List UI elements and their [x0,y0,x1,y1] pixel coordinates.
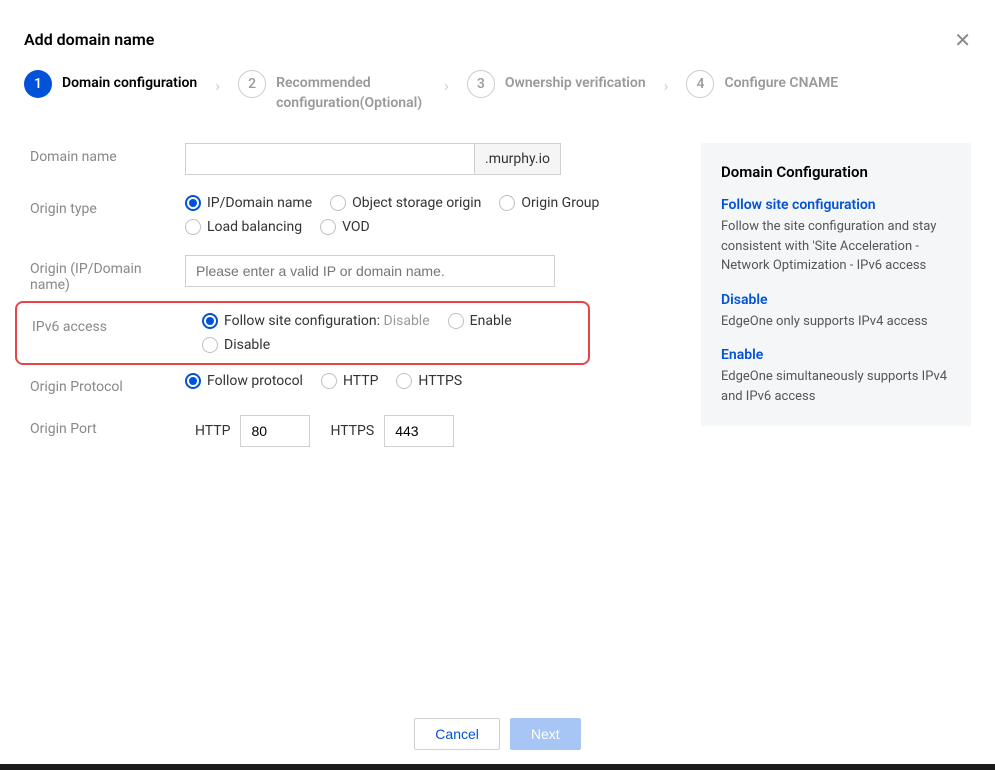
step-ownership-verification[interactable]: 3 Ownership verification [467,70,646,98]
radio-icon [321,373,337,389]
step-wizard: 1 Domain configuration › 2 Recommended c… [0,70,995,113]
domain-name-label: Domain name [30,143,185,165]
step-configure-cname[interactable]: 4 Configure CNAME [686,70,838,98]
port-https-input[interactable] [384,415,454,447]
help-block-text: EdgeOne only supports IPv4 access [721,312,951,332]
radio-object-storage[interactable]: Object storage origin [330,195,481,211]
help-block-title: Enable [721,347,951,363]
ipv6-label: IPv6 access [32,313,202,335]
radio-vod[interactable]: VOD [320,219,370,235]
origin-label: Origin (IP/Domain name) [30,255,185,293]
step-label: Recommended configuration(Optional) [276,70,426,113]
step-domain-configuration[interactable]: 1 Domain configuration [24,70,197,98]
radio-icon [185,219,201,235]
step-label: Ownership verification [505,70,646,94]
port-http-input[interactable] [240,415,310,447]
radio-icon [330,195,346,211]
step-label: Configure CNAME [724,70,838,94]
radio-icon [185,373,201,389]
radio-ipv6-enable[interactable]: Enable [448,313,512,329]
chevron-right-icon: › [444,70,449,95]
page-title: Add domain name [24,30,154,49]
port-https-label: HTTPS [330,423,374,439]
step-number-icon: 3 [467,70,495,98]
radio-https[interactable]: HTTPS [396,373,462,389]
help-block-text: EdgeOne simultaneously supports IPv4 and… [721,367,951,406]
radio-icon [396,373,412,389]
radio-follow-protocol[interactable]: Follow protocol [185,373,303,389]
help-panel: Domain Configuration Follow site configu… [701,143,971,426]
ipv6-highlight: IPv6 access Follow site configuration: D… [15,301,590,365]
chevron-right-icon: › [664,70,669,95]
cancel-button[interactable]: Cancel [414,718,500,750]
chevron-right-icon: › [215,70,220,95]
radio-ipv6-disable[interactable]: Disable [202,337,270,353]
radio-icon [185,195,201,211]
radio-http[interactable]: HTTP [321,373,378,389]
bottom-bar [0,764,995,770]
step-number-icon: 2 [238,70,266,98]
origin-input[interactable] [185,255,555,287]
domain-suffix: .murphy.io [475,143,561,175]
radio-load-balancing[interactable]: Load balancing [185,219,302,235]
domain-name-input[interactable] [185,143,475,175]
origin-protocol-label: Origin Protocol [30,373,185,395]
radio-icon [202,313,218,329]
origin-type-label: Origin type [30,195,185,217]
step-number-icon: 4 [686,70,714,98]
radio-icon [320,219,336,235]
radio-ip-domain[interactable]: IP/Domain name [185,195,312,211]
step-label: Domain configuration [62,70,197,94]
close-icon[interactable]: ✕ [954,30,971,50]
next-button[interactable]: Next [510,718,581,750]
step-recommended-configuration[interactable]: 2 Recommended configuration(Optional) [238,70,426,113]
step-number-icon: 1 [24,70,52,98]
radio-icon [202,337,218,353]
radio-ipv6-follow[interactable]: Follow site configuration: Disable [202,313,430,329]
radio-icon [499,195,515,211]
help-block-title: Follow site configuration [721,197,951,213]
radio-icon [448,313,464,329]
help-block-text: Follow the site configuration and stay c… [721,217,951,276]
help-block-title: Disable [721,292,951,308]
port-http-label: HTTP [195,423,230,439]
help-panel-title: Domain Configuration [721,163,951,181]
origin-port-label: Origin Port [30,415,185,437]
radio-origin-group[interactable]: Origin Group [499,195,599,211]
